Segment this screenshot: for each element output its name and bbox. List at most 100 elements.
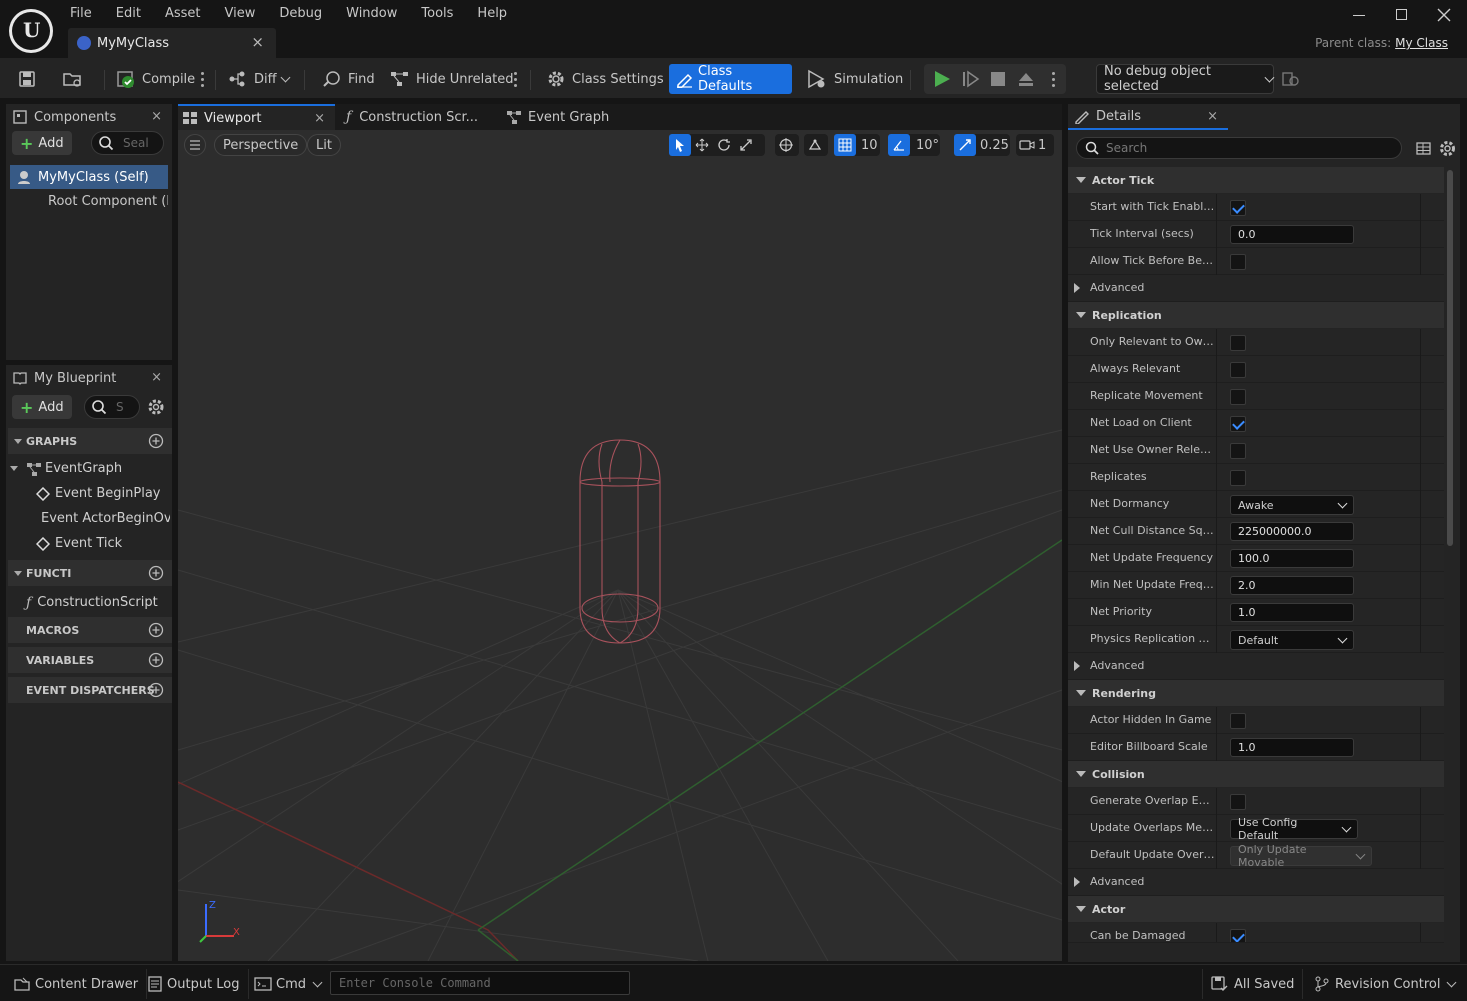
rotation-snap-icon[interactable] bbox=[888, 134, 910, 156]
menu-help[interactable]: Help bbox=[465, 0, 519, 28]
actor-hidden-checkbox[interactable] bbox=[1230, 713, 1246, 729]
document-tab[interactable]: MyMyClass × bbox=[68, 28, 276, 58]
simulation-button[interactable]: Simulation bbox=[800, 64, 909, 94]
minimize-icon[interactable] bbox=[1350, 6, 1370, 24]
start-tick-checkbox[interactable] bbox=[1230, 200, 1246, 216]
details-scrollbar[interactable] bbox=[1447, 170, 1453, 546]
stop-icon[interactable] bbox=[990, 71, 1006, 87]
hide-unrelated-options-icon[interactable] bbox=[514, 72, 518, 88]
scale-tool-icon[interactable] bbox=[735, 134, 757, 156]
hide-unrelated-button[interactable]: Hide Unrelated bbox=[384, 64, 520, 94]
components-tab[interactable]: Components × bbox=[6, 104, 172, 130]
menu-view[interactable]: View bbox=[213, 0, 268, 28]
net-update-frequency-field[interactable]: 100.0 bbox=[1230, 549, 1354, 568]
functions-category[interactable]: FUNCTI bbox=[8, 560, 172, 586]
add-function-icon[interactable] bbox=[148, 565, 164, 581]
browse-button[interactable] bbox=[56, 64, 90, 94]
section-rendering[interactable]: Rendering bbox=[1068, 680, 1444, 706]
physics-replication-dropdown[interactable]: Default bbox=[1230, 630, 1354, 650]
net-load-checkbox[interactable] bbox=[1230, 416, 1246, 432]
graph-item-eventgraph[interactable]: EventGraph bbox=[10, 456, 170, 481]
cmd-dropdown[interactable]: Cmd bbox=[246, 969, 329, 999]
eject-icon[interactable] bbox=[1017, 70, 1035, 88]
section-actor[interactable]: Actor bbox=[1068, 896, 1444, 922]
always-relevant-checkbox[interactable] bbox=[1230, 362, 1246, 378]
add-dispatcher-icon[interactable] bbox=[148, 682, 164, 698]
tab-construction-script[interactable]: ƒ Construction Scr... bbox=[338, 104, 498, 130]
component-item-root[interactable]: Root Component (I bbox=[10, 189, 168, 213]
compile-button[interactable]: Compile bbox=[110, 64, 201, 94]
scale-snap-control[interactable]: 0.25 bbox=[954, 134, 1010, 156]
update-overlaps-dropdown[interactable]: Use Config Default bbox=[1230, 816, 1358, 842]
my-blueprint-tab[interactable]: My Blueprint × bbox=[6, 365, 172, 391]
close-window-icon[interactable] bbox=[1434, 6, 1454, 24]
menu-edit[interactable]: Edit bbox=[104, 0, 153, 28]
close-details-icon[interactable]: × bbox=[1207, 109, 1218, 124]
add-component-button[interactable]: + Add bbox=[12, 131, 72, 155]
function-item-constructionscript[interactable]: ƒ ConstructionScript bbox=[26, 590, 170, 615]
debug-find-icon[interactable] bbox=[1282, 71, 1300, 87]
menu-file[interactable]: File bbox=[58, 0, 104, 28]
tab-viewport[interactable]: Viewport × bbox=[178, 104, 335, 130]
advanced-collision[interactable]: Advanced bbox=[1068, 869, 1444, 896]
step-forward-icon[interactable] bbox=[962, 70, 980, 88]
parent-class-link[interactable]: My Class bbox=[1395, 36, 1448, 50]
details-tab[interactable]: Details × bbox=[1068, 104, 1228, 130]
scale-snap-icon[interactable] bbox=[954, 134, 976, 156]
min-net-update-field[interactable]: 2.0 bbox=[1230, 576, 1354, 595]
find-button[interactable]: Find bbox=[316, 64, 381, 94]
graphs-category[interactable]: GRAPHS bbox=[8, 428, 172, 454]
menu-window[interactable]: Window bbox=[334, 0, 409, 28]
advanced-actor-tick[interactable]: Advanced bbox=[1068, 275, 1444, 302]
event-item-tick[interactable]: Event Tick bbox=[36, 531, 170, 556]
grid-snap-icon[interactable] bbox=[834, 134, 856, 156]
play-icon[interactable] bbox=[933, 70, 951, 88]
settings-gear-icon[interactable] bbox=[1439, 140, 1456, 157]
viewport-menu-button[interactable] bbox=[184, 134, 206, 156]
unreal-logo-icon[interactable]: U bbox=[9, 9, 53, 53]
close-my-blueprint-icon[interactable]: × bbox=[151, 370, 162, 385]
allow-tick-checkbox[interactable] bbox=[1230, 254, 1246, 270]
class-settings-button[interactable]: Class Settings bbox=[540, 64, 670, 94]
tick-interval-field[interactable]: 0.0 bbox=[1230, 225, 1354, 244]
debug-object-dropdown[interactable]: No debug object selected bbox=[1096, 64, 1275, 94]
component-item-self[interactable]: MyMyClass (Self) bbox=[10, 165, 168, 189]
add-variable-icon[interactable] bbox=[148, 652, 164, 668]
coordinate-system-icon[interactable] bbox=[775, 134, 799, 156]
generate-overlap-checkbox[interactable] bbox=[1230, 794, 1246, 810]
save-button[interactable] bbox=[12, 64, 42, 94]
content-drawer-button[interactable]: Content Drawer bbox=[6, 969, 148, 999]
close-components-icon[interactable]: × bbox=[151, 109, 162, 124]
replicate-movement-checkbox[interactable] bbox=[1230, 389, 1246, 405]
menu-debug[interactable]: Debug bbox=[267, 0, 334, 28]
all-saved-button[interactable]: All Saved bbox=[1202, 969, 1304, 999]
section-collision[interactable]: Collision bbox=[1068, 761, 1444, 787]
net-dormancy-dropdown[interactable]: Awake bbox=[1230, 495, 1354, 515]
event-dispatchers-category[interactable]: EVENT DISPATCHERS bbox=[8, 677, 172, 703]
lit-button[interactable]: Lit bbox=[307, 134, 341, 156]
event-item-beginplay[interactable]: Event BeginPlay bbox=[36, 481, 170, 506]
details-search-input[interactable]: Search bbox=[1076, 137, 1402, 159]
section-replication[interactable]: Replication bbox=[1068, 302, 1444, 328]
select-tool-icon[interactable] bbox=[669, 134, 691, 156]
section-actor-tick[interactable]: Actor Tick bbox=[1068, 167, 1444, 193]
components-search-input[interactable]: Seal bbox=[91, 131, 164, 155]
revision-control-button[interactable]: Revision Control bbox=[1306, 969, 1463, 999]
billboard-scale-field[interactable]: 1.0 bbox=[1230, 738, 1354, 757]
net-cull-field[interactable]: 225000000.0 bbox=[1230, 522, 1354, 541]
close-tab-icon[interactable]: × bbox=[251, 33, 264, 51]
viewport[interactable]: Perspective Lit 10 10° 0.25 1 Z X bbox=[178, 130, 1062, 961]
add-member-button[interactable]: + Add bbox=[12, 395, 72, 419]
play-options-icon[interactable] bbox=[1052, 72, 1056, 88]
camera-speed-control[interactable]: 1 bbox=[1016, 134, 1054, 156]
net-priority-field[interactable]: 1.0 bbox=[1230, 603, 1354, 622]
tab-event-graph[interactable]: Event Graph bbox=[500, 104, 660, 130]
diff-button[interactable]: Diff bbox=[222, 64, 295, 94]
event-item-actorbeginoverlap[interactable]: Event ActorBeginOv bbox=[36, 506, 170, 531]
net-use-owner-checkbox[interactable] bbox=[1230, 443, 1246, 459]
perspective-button[interactable]: Perspective bbox=[214, 134, 308, 156]
replicates-checkbox[interactable] bbox=[1230, 470, 1246, 486]
add-graph-icon[interactable] bbox=[148, 433, 164, 449]
grid-snap-control[interactable]: 10 bbox=[834, 134, 880, 156]
add-macro-icon[interactable] bbox=[148, 622, 164, 638]
